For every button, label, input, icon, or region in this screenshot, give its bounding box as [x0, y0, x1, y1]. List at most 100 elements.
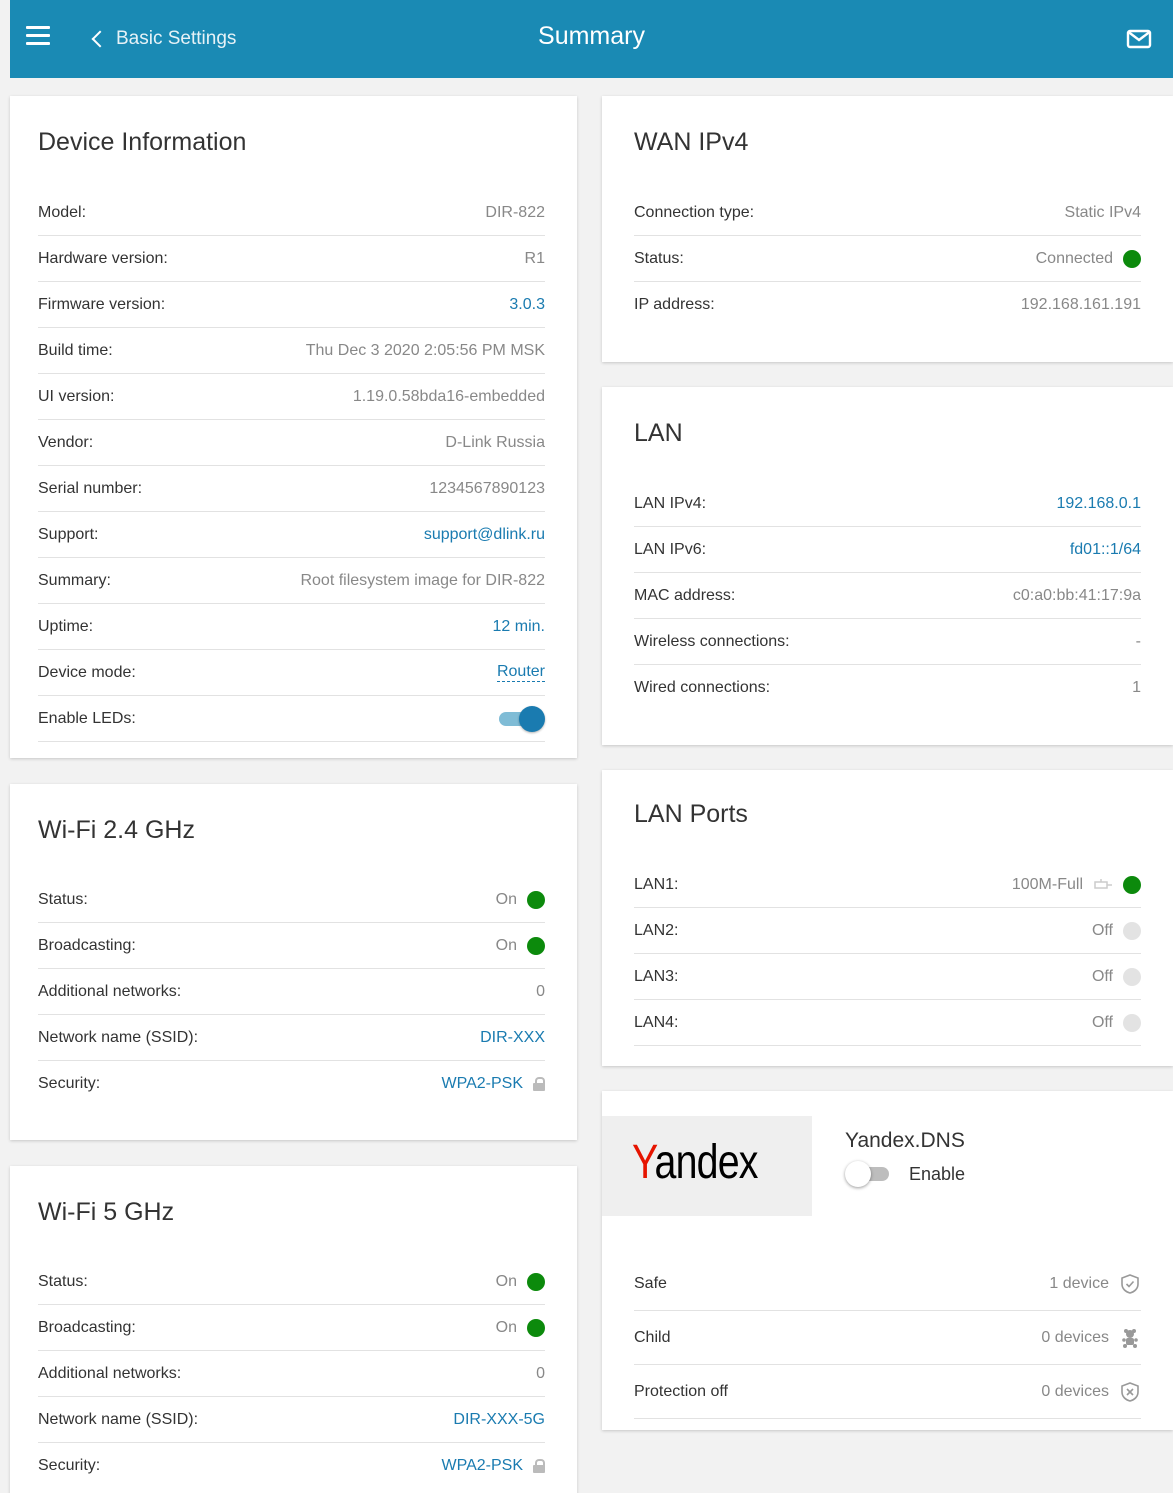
row-label: Serial number:: [38, 479, 143, 497]
list-item: Model: DIR-822: [38, 190, 545, 236]
lan-ipv6-link[interactable]: fd01::1/64: [1070, 541, 1141, 559]
row-label: LAN IPv6:: [634, 540, 707, 558]
list-item: Network name (SSID): DIR-XXX: [38, 1015, 545, 1061]
row-label: Safe: [634, 1274, 667, 1292]
list-item: LAN IPv6: fd01::1/64: [634, 527, 1141, 573]
list-item: Network name (SSID): DIR-XXX-5G: [38, 1397, 545, 1443]
list-item: Security: WPA2-PSK: [38, 1061, 545, 1107]
broadcasting-text: On: [495, 936, 517, 954]
wifi24-list: Status: On Broadcasting: On Additional net…: [38, 877, 545, 1107]
port-state-text: Off: [1091, 967, 1113, 985]
row-label: LAN IPv4:: [634, 494, 707, 512]
enable-leds-toggle[interactable]: [499, 705, 545, 732]
row-label: Uptime:: [38, 617, 94, 635]
child-bear-icon: [1122, 1328, 1138, 1348]
card-title: LAN: [634, 419, 683, 447]
additional-networks-value: 0: [536, 982, 545, 1000]
list-item: LAN IPv4: 192.168.0.1: [634, 481, 1141, 527]
port-status-value: 100M-Full: [1011, 875, 1141, 894]
list-item: Firmware version: 3.0.3: [38, 282, 545, 328]
row-label: Security:: [38, 1075, 101, 1092]
broadcasting-text: On: [495, 1318, 517, 1336]
security-link[interactable]: WPA2-PSK: [441, 1457, 545, 1475]
yandex-logo-first-letter: Y: [632, 1136, 655, 1189]
status-dot-icon: [527, 1272, 545, 1291]
wired-connections-value: 1: [1132, 679, 1141, 696]
row-label: IP address:: [634, 296, 715, 313]
row-label: Support:: [38, 525, 99, 543]
envelope-icon[interactable]: [1125, 25, 1153, 53]
wan-list: Connection type: Static IPv4 Status: Conne…: [634, 190, 1141, 328]
yandex-dns-enable-toggle[interactable]: [845, 1161, 891, 1187]
row-label: Enable LEDs:: [38, 709, 136, 727]
ssid-link[interactable]: DIR-XXX: [480, 1029, 545, 1047]
broadcasting-value: On: [495, 936, 545, 955]
page-title: Summary: [538, 22, 645, 50]
list-item: Enable LEDs:: [38, 696, 545, 742]
port-status-dot-icon: [1123, 921, 1141, 940]
mac-address-value: c0:a0:bb:41:17:9a: [1012, 586, 1141, 604]
list-item: Child 0 devices: [634, 1311, 1141, 1365]
row-label: Network name (SSID):: [38, 1410, 199, 1428]
list-item: Vendor: D-Link Russia: [38, 420, 545, 466]
device-count-text: 0 devices: [1041, 1328, 1109, 1346]
wan-ipv4-card: WAN IPv4 Connection type: Static IPv4 Sta…: [602, 96, 1173, 362]
row-label: Hardware version:: [38, 249, 168, 267]
status-value: On: [495, 890, 545, 909]
row-label: Vendor:: [38, 433, 94, 451]
shield-x-icon: [1121, 1381, 1139, 1402]
list-item: Safe 1 device: [634, 1257, 1141, 1311]
device-mode-link[interactable]: Router: [496, 663, 545, 682]
lan-ipv4-link[interactable]: 192.168.0.1: [1056, 495, 1141, 513]
row-label: LAN3:: [634, 967, 679, 985]
row-label: Protection off: [634, 1382, 728, 1400]
list-item: Summary: Root filesystem image for DIR-82…: [38, 558, 545, 604]
status-text: On: [495, 890, 517, 908]
security-link[interactable]: WPA2-PSK: [441, 1075, 545, 1093]
support-email-link[interactable]: support@dlink.ru: [424, 526, 545, 544]
status-dot-icon: [527, 1318, 545, 1337]
row-label: LAN1:: [634, 875, 679, 893]
row-label: Status:: [634, 249, 684, 267]
list-item: Serial number: 1234567890123: [38, 466, 545, 512]
security-text: WPA2-PSK: [441, 1457, 524, 1474]
list-item: Wireless connections: -: [634, 619, 1141, 665]
row-label: Wireless connections:: [634, 632, 790, 650]
row-label: LAN4:: [634, 1013, 679, 1031]
list-item: Support: support@dlink.ru: [38, 512, 545, 558]
card-title: Wi-Fi 2.4 GHz: [38, 816, 195, 844]
port-speed-text: 100M-Full: [1011, 875, 1083, 893]
row-label: Summary:: [38, 571, 111, 589]
port-status-dot-icon: [1123, 1013, 1141, 1032]
security-text: WPA2-PSK: [441, 1075, 524, 1092]
card-title: LAN Ports: [634, 800, 748, 828]
row-label: Network name (SSID):: [38, 1028, 199, 1046]
row-label: Device mode:: [38, 663, 136, 681]
list-item: Hardware version: R1: [38, 236, 545, 282]
list-item: Protection off 0 devices: [634, 1365, 1141, 1419]
uptime-value: 12 min.: [492, 617, 545, 635]
list-item: Additional networks: 0: [38, 969, 545, 1015]
ethernet-cable-icon: [1094, 878, 1112, 889]
wifi-5-card: Wi-Fi 5 GHz Status: On Broadcasting: On Ad…: [10, 1166, 577, 1493]
list-item: MAC address: c0:a0:bb:41:17:9a: [634, 573, 1141, 619]
status-value: On: [496, 1272, 545, 1291]
list-item: Uptime: 12 min.: [38, 604, 545, 650]
firmware-version-link[interactable]: 3.0.3: [509, 296, 545, 314]
yandex-dns-enable-row: Enable: [845, 1161, 965, 1187]
wireless-connections-value: -: [1135, 632, 1141, 650]
model-value: DIR-822: [485, 203, 545, 221]
row-label: Broadcasting:: [38, 1318, 136, 1336]
list-item: Status: Connected: [634, 236, 1141, 282]
lan-ports-list: LAN1: 100M-Full LAN2: Off LAN3: Off LAN4: O…: [634, 862, 1141, 1046]
lan-list: LAN IPv4: 192.168.0.1 LAN IPv6: fd01::1/64…: [634, 481, 1141, 711]
additional-networks-value: 0: [536, 1364, 545, 1382]
yandex-logo: Yandex: [632, 1135, 758, 1190]
list-item: Wired connections: 1: [634, 665, 1141, 711]
lan-ports-card: LAN Ports LAN1: 100M-Full LAN2: Off LAN3:…: [602, 770, 1173, 1066]
port-status-value: Off: [1092, 1013, 1141, 1032]
connection-type-value: Static IPv4: [1064, 203, 1141, 221]
ssid-link[interactable]: DIR-XXX-5G: [453, 1411, 545, 1429]
status-value: Connected: [1036, 249, 1141, 268]
row-label: Connection type:: [634, 203, 755, 221]
